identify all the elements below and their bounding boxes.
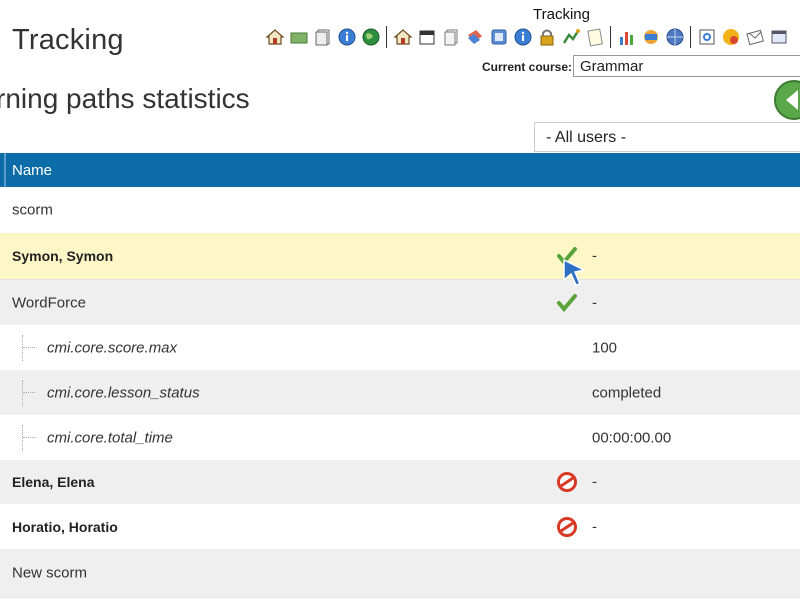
folder-icon[interactable]	[288, 27, 309, 48]
failed-icon	[556, 516, 578, 538]
news-icon[interactable]	[640, 27, 661, 48]
preview-icon[interactable]	[696, 27, 717, 48]
mail-icon[interactable]	[744, 27, 765, 48]
toolbar-separator	[610, 26, 611, 48]
user-filter-select[interactable]: - All users -	[534, 122, 800, 152]
learning-paths-table: Name	[0, 153, 800, 187]
row-name: New scorm	[12, 564, 88, 582]
page-title: rning paths statistics	[0, 83, 250, 114]
path-icon[interactable]	[560, 27, 581, 48]
table-row[interactable]: WordForce -	[0, 280, 800, 326]
column-header-name[interactable]: Name	[0, 162, 52, 179]
row-value: -	[592, 294, 597, 311]
tree-connector	[22, 425, 37, 451]
mouse-cursor-icon	[563, 258, 587, 286]
table-row[interactable]: Horatio, Horatio -	[0, 504, 800, 550]
tags-icon[interactable]	[464, 27, 485, 48]
tree-connector	[22, 335, 37, 361]
table-row[interactable]: cmi.core.score.max 100	[0, 325, 800, 371]
row-name[interactable]: Elena, Elena	[12, 474, 94, 490]
row-name: cmi.core.lesson_status	[47, 384, 200, 401]
info-icon[interactable]	[336, 27, 357, 48]
row-value: -	[592, 518, 597, 535]
app-title: Tracking	[12, 24, 124, 56]
table-row[interactable]: New scorm	[0, 549, 800, 598]
table-header: Name	[0, 153, 800, 187]
table-row[interactable]: scorm	[0, 187, 800, 234]
row-name: scorm	[12, 201, 53, 219]
lock-icon[interactable]	[536, 27, 557, 48]
toolbar-separator	[386, 26, 387, 48]
tooltip-label: Tracking	[533, 6, 590, 23]
table-row[interactable]: Elena, Elena -	[0, 460, 800, 505]
colors-icon[interactable]	[720, 27, 741, 48]
info-icon[interactable]	[512, 27, 533, 48]
row-name: WordForce	[12, 294, 86, 311]
check-icon	[556, 292, 578, 314]
row-value: 00:00:00.00	[592, 429, 672, 446]
documents-icon[interactable]	[440, 27, 461, 48]
row-name[interactable]: Symon, Symon	[12, 248, 113, 264]
back-arrow-icon[interactable]	[772, 80, 800, 120]
notes-icon[interactable]	[584, 27, 605, 48]
row-name: cmi.core.total_time	[47, 429, 173, 446]
tree-connector	[22, 380, 37, 406]
pages-icon[interactable]	[312, 27, 333, 48]
home-icon[interactable]	[264, 27, 285, 48]
row-value: completed	[592, 384, 662, 401]
home-icon[interactable]	[392, 27, 413, 48]
current-course-label: Current course:	[482, 60, 573, 74]
failed-icon	[556, 471, 578, 493]
forum-icon[interactable]	[488, 27, 509, 48]
globe-icon[interactable]	[664, 27, 685, 48]
row-value: -	[592, 473, 597, 491]
row-name: cmi.core.score.max	[47, 339, 178, 356]
window-icon[interactable]	[768, 27, 789, 48]
row-value: 100	[592, 339, 618, 356]
table-row[interactable]: cmi.core.lesson_status completed	[0, 370, 800, 416]
chart-icon[interactable]	[616, 27, 637, 48]
toolbar	[264, 26, 789, 48]
column-divider	[4, 153, 6, 187]
calendar-icon[interactable]	[416, 27, 437, 48]
row-name[interactable]: Horatio, Horatio	[12, 519, 118, 535]
globe-icon[interactable]	[360, 27, 381, 48]
table-row[interactable]: cmi.core.total_time 00:00:00.00	[0, 415, 800, 461]
toolbar-separator	[690, 26, 691, 48]
row-value: -	[592, 247, 597, 265]
course-select[interactable]: Grammar	[573, 55, 800, 77]
table-row[interactable]: Symon, Symon -	[0, 233, 800, 280]
